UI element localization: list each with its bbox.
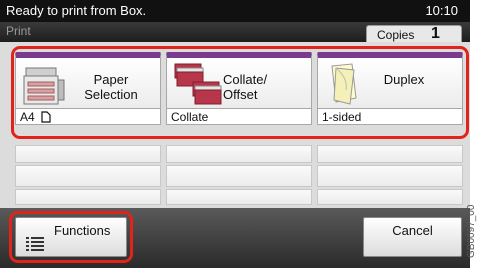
empty-cell [15,165,161,187]
empty-cell [166,165,312,187]
empty-cell [166,189,312,205]
empty-cell [317,189,463,205]
print-screen: Ready to print from Box. 10:10 Print Cop… [0,0,470,268]
empty-cell [317,145,463,163]
empty-cell [166,145,312,163]
page-title: Print [6,24,31,38]
status-bar: Ready to print from Box. 10:10 [0,0,470,22]
copies-label: Copies [377,28,415,42]
tiles-highlight [11,46,469,139]
empty-cell [15,189,161,205]
functions-button[interactable]: Functions [15,217,127,257]
cancel-label: Cancel [392,223,433,238]
figure-code: GB0097_00 [466,204,477,258]
empty-cell [15,145,161,163]
clock: 10:10 [425,3,458,18]
copies-field[interactable]: Copies 1 [366,25,462,42]
functions-label: Functions [54,223,111,238]
empty-cell [317,165,463,187]
list-icon [26,237,44,251]
status-message: Ready to print from Box. [6,3,147,18]
cancel-button[interactable]: Cancel [363,217,462,257]
title-bar: Print Copies 1 [0,22,470,42]
copies-value: 1 [431,25,440,42]
